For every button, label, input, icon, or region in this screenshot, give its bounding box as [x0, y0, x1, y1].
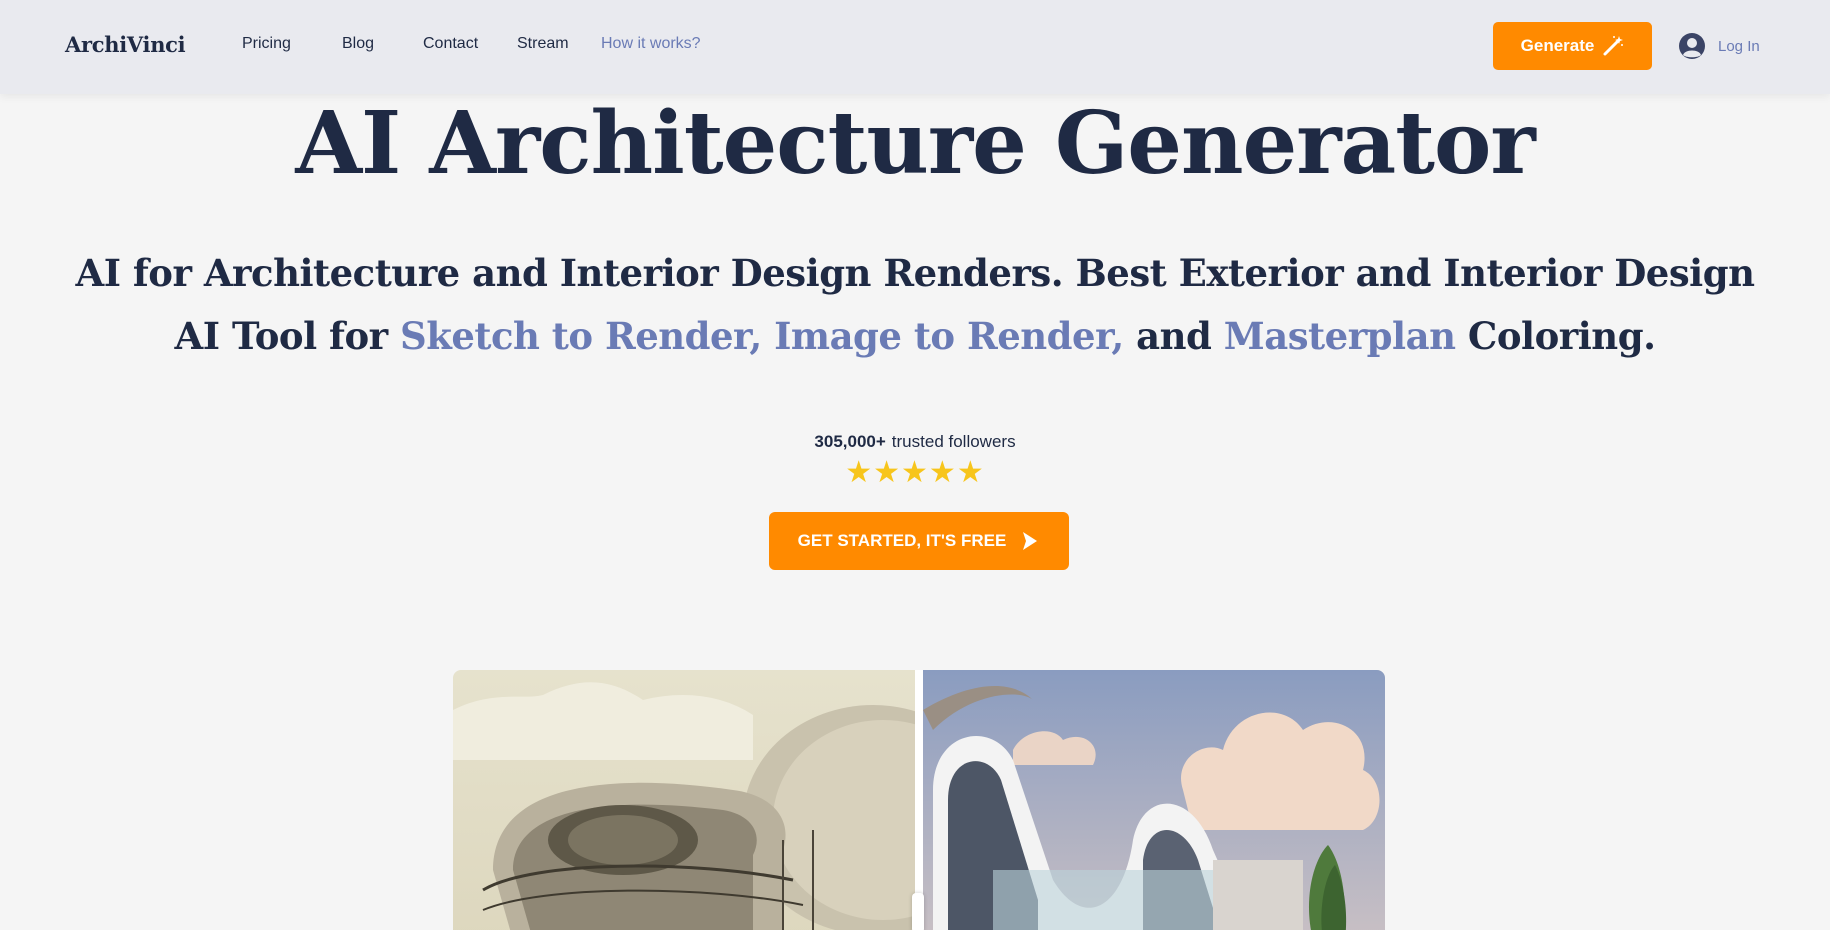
subtitle-highlight-masterplan[interactable]: Masterplan [1224, 314, 1456, 358]
generate-button[interactable]: Generate [1493, 22, 1652, 70]
magic-wand-icon [1602, 35, 1624, 57]
login-link[interactable]: Log In [1678, 30, 1760, 62]
generate-button-label: Generate [1520, 36, 1595, 55]
user-avatar-icon [1678, 32, 1706, 60]
nav-blog[interactable]: Blog [342, 35, 374, 53]
play-cursor-icon [1018, 530, 1040, 552]
page-title: AI Architecture Generator [295, 93, 1535, 194]
nav-how-it-works[interactable]: How it works? [601, 35, 701, 53]
subtitle-text: and [1123, 314, 1224, 358]
sketch-render-comparison[interactable] [453, 670, 1385, 930]
comparison-divider[interactable] [915, 670, 923, 930]
nav-pricing[interactable]: Pricing [242, 35, 291, 53]
followers-line: 305,000+ trusted followers [0, 432, 1830, 452]
star-rating: ★★★★★ [845, 456, 985, 489]
brand-logo[interactable]: ArchiVinci [65, 32, 186, 57]
comparison-slider-handle[interactable] [912, 893, 924, 930]
cta-label: GET STARTED, IT'S FREE [797, 531, 1007, 550]
login-label: Log In [1718, 37, 1760, 55]
top-navbar: ArchiVinci Pricing Blog Contact Stream H… [0, 0, 1830, 94]
get-started-button[interactable]: GET STARTED, IT'S FREE [769, 512, 1069, 570]
subtitle-highlight-sketch-image[interactable]: Sketch to Render, Image to Render, [400, 314, 1124, 358]
subtitle-text: Coloring. [1455, 314, 1656, 358]
nav-contact[interactable]: Contact [423, 35, 478, 53]
followers-count: 305,000+ [814, 432, 886, 451]
render-image [923, 670, 1385, 930]
nav-stream[interactable]: Stream [517, 35, 569, 53]
hero-subtitle: AI for Architecture and Interior Design … [60, 242, 1770, 368]
followers-label: trusted followers [891, 432, 1016, 451]
